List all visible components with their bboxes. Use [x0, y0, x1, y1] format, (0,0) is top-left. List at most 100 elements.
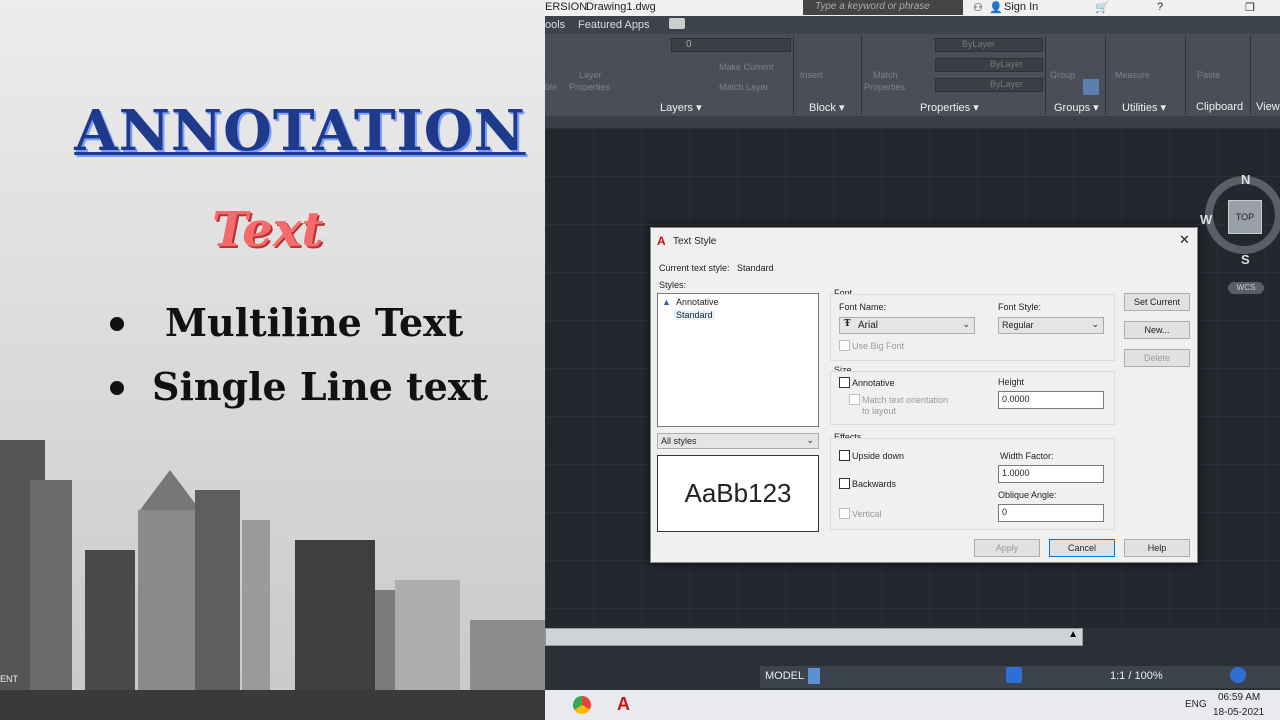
- match-properties-label: Properties: [864, 82, 906, 92]
- group-select-icon[interactable]: [1083, 79, 1099, 95]
- panel-groups[interactable]: Groups ▾: [1054, 101, 1099, 114]
- panel-properties[interactable]: Properties ▾: [920, 101, 979, 114]
- chevron-down-icon: ⌄: [806, 435, 814, 445]
- windows-taskbar: A ENG 06:59 AM 18-05-2021: [545, 690, 1280, 720]
- use-big-font-label: Use Big Font: [852, 341, 905, 351]
- panel-view[interactable]: View: [1256, 101, 1280, 113]
- chrome-icon[interactable]: [573, 696, 591, 714]
- search-input[interactable]: Type a keyword or phrase: [803, 0, 963, 15]
- sign-in-button[interactable]: Sign In: [1004, 1, 1038, 13]
- divider: [793, 36, 794, 114]
- panel-utilities[interactable]: Utilities ▾: [1122, 101, 1166, 114]
- divider: [1250, 36, 1251, 114]
- cancel-button[interactable]: Cancel: [1049, 539, 1115, 557]
- font-name-dropdown[interactable]: Ŧ Arial ⌄: [839, 317, 975, 334]
- viewcube-top[interactable]: TOP: [1228, 200, 1262, 234]
- list-item[interactable]: Annotative: [676, 297, 719, 307]
- binoculars-icon[interactable]: ⚇: [973, 1, 983, 14]
- annotation-scale[interactable]: 1:1 / 100%: [1110, 670, 1163, 682]
- viewcube-west[interactable]: W: [1200, 212, 1212, 227]
- title-slide: ANNOTATION Text Multiline Text Single Li…: [0, 0, 545, 720]
- status-bar: MODEL 1:1 / 100%: [760, 666, 1280, 688]
- set-current-button[interactable]: Set Current: [1124, 293, 1190, 311]
- upside-down-checkbox[interactable]: [839, 450, 850, 461]
- command-history-arrow-icon[interactable]: ▲: [1068, 629, 1078, 640]
- backwards-checkbox[interactable]: [839, 478, 850, 489]
- wcs-menu[interactable]: WCS: [1228, 282, 1264, 294]
- use-big-font-checkbox[interactable]: [839, 340, 850, 351]
- close-icon[interactable]: ✕: [1179, 232, 1190, 248]
- tab-featured-apps[interactable]: Featured Apps: [578, 19, 650, 31]
- paste-button[interactable]: Paste: [1197, 70, 1220, 80]
- slide-title: ANNOTATION: [74, 98, 526, 164]
- vertical-checkbox[interactable]: [839, 508, 850, 519]
- measure-button[interactable]: Measure: [1115, 70, 1150, 80]
- autocad-icon[interactable]: A: [617, 694, 630, 715]
- bullet-dot: [110, 317, 124, 331]
- match-orientation-label-2: to layout: [862, 406, 897, 416]
- styles-list[interactable]: ▲ Annotative Standard: [657, 293, 819, 427]
- layer-properties-label[interactable]: Layer: [579, 70, 602, 80]
- restore-window-icon[interactable]: ❐: [1245, 1, 1255, 14]
- ribbon: 0 Layer Properties ble Make Current Matc…: [545, 34, 1280, 116]
- new-style-button[interactable]: New...: [1124, 321, 1190, 339]
- toggle-icon[interactable]: [669, 18, 685, 29]
- divider: [1045, 36, 1046, 114]
- divider: [1105, 36, 1106, 114]
- help-icon[interactable]: ?: [1157, 1, 1163, 13]
- panel-layers[interactable]: Layers ▾: [660, 101, 702, 114]
- height-label: Height: [998, 377, 1025, 387]
- apply-button[interactable]: Apply: [974, 539, 1040, 557]
- viewcube-north[interactable]: N: [1241, 172, 1250, 187]
- height-input[interactable]: 0.0000: [998, 391, 1104, 409]
- ribbon-tabs: ools Featured Apps: [545, 16, 1280, 34]
- panel-block[interactable]: Block ▾: [809, 101, 844, 114]
- current-style-label: Current text style:: [659, 263, 730, 273]
- model-space-button[interactable]: MODEL: [765, 670, 804, 682]
- color-dropdown[interactable]: ByLayer: [935, 38, 1043, 52]
- make-current-button[interactable]: Make Current: [719, 62, 774, 72]
- tab-tools[interactable]: ools: [545, 19, 565, 31]
- dialog-title: Text Style: [673, 236, 717, 247]
- chevron-down-icon: ⌄: [962, 319, 970, 329]
- oblique-angle-label: Oblique Angle:: [998, 490, 1057, 500]
- user-icon: 👤: [989, 2, 1003, 14]
- match-orientation-checkbox[interactable]: [849, 394, 860, 405]
- grid-icon[interactable]: [808, 668, 820, 684]
- command-line[interactable]: ▲: [545, 628, 1083, 646]
- vertical-label: Vertical: [852, 509, 882, 519]
- styles-filter-dropdown[interactable]: All styles ⌄: [657, 433, 819, 449]
- panel-clipboard[interactable]: Clipboard: [1196, 101, 1243, 113]
- match-properties-button[interactable]: Match: [873, 70, 898, 80]
- help-button[interactable]: Help: [1124, 539, 1190, 557]
- layer-dropdown[interactable]: 0: [671, 38, 791, 52]
- clock-time[interactable]: 06:59 AM: [1218, 692, 1260, 703]
- insert-button[interactable]: Insert: [800, 70, 823, 80]
- cart-icon[interactable]: 🛒: [1095, 1, 1109, 14]
- styles-label: Styles:: [659, 280, 687, 290]
- divider: [1185, 36, 1186, 114]
- slide-subtitle: Text: [212, 202, 324, 258]
- linetype-dropdown[interactable]: ByLayer: [935, 58, 1043, 72]
- oblique-angle-input[interactable]: 0: [998, 504, 1104, 522]
- app-version-label: ERSION: [545, 1, 588, 13]
- bullet-dot: [110, 381, 124, 395]
- list-item[interactable]: Standard: [674, 310, 715, 320]
- group-button[interactable]: Group: [1050, 70, 1075, 80]
- divider: [861, 36, 862, 114]
- file-name: Drawing1.dwg: [586, 1, 656, 13]
- language-indicator[interactable]: ENG: [1185, 699, 1207, 710]
- styles-filter-value: All styles: [661, 436, 697, 446]
- width-factor-input[interactable]: 1.0000: [998, 465, 1104, 483]
- delete-style-button[interactable]: Delete: [1124, 349, 1190, 367]
- font-style-dropdown[interactable]: Regular ⌄: [998, 317, 1104, 334]
- isolate-objects-icon[interactable]: [1230, 667, 1246, 683]
- viewcube-south[interactable]: S: [1241, 252, 1250, 267]
- title-bar: ERSION Drawing1.dwg Type a keyword or ph…: [545, 0, 1280, 16]
- font-name-label: Font Name:: [839, 302, 887, 312]
- annotative-checkbox[interactable]: [839, 377, 850, 388]
- match-layer-button[interactable]: Match Layer: [719, 82, 769, 92]
- lineweight-dropdown[interactable]: ByLayer: [935, 78, 1043, 92]
- annotation-visibility-icon[interactable]: [1006, 667, 1022, 683]
- match-orientation-label: Match text orientation: [862, 395, 949, 405]
